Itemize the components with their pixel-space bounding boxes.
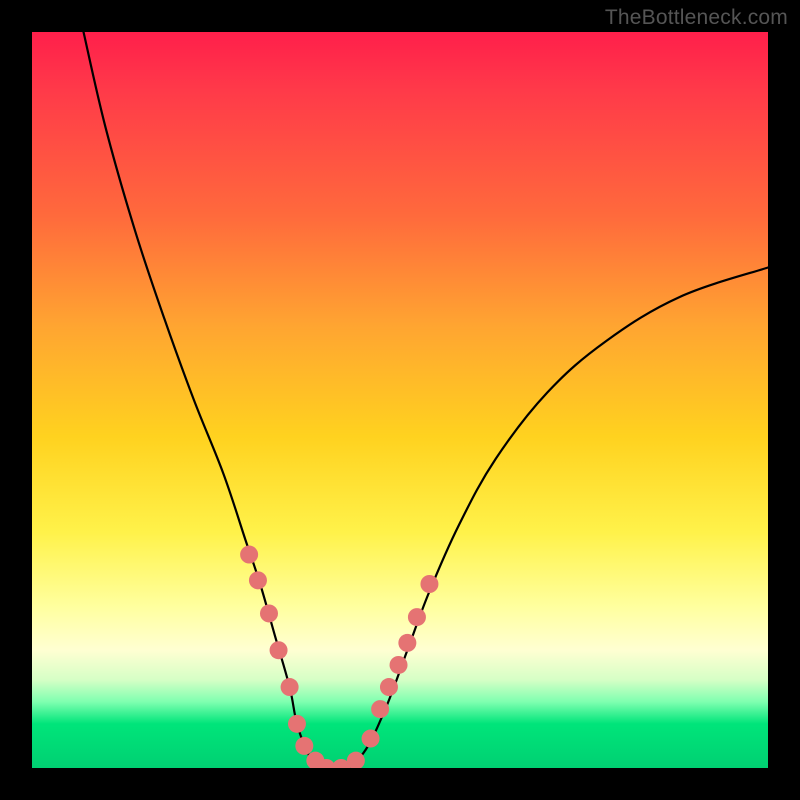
highlight-dot <box>260 604 278 622</box>
curve-layer <box>32 32 768 768</box>
highlight-dot <box>240 546 258 564</box>
highlight-dot <box>317 759 335 768</box>
highlight-dot <box>398 634 416 652</box>
highlight-dot <box>380 678 398 696</box>
highlight-dot <box>332 759 350 768</box>
watermark-text: TheBottleneck.com <box>605 6 788 30</box>
highlight-dot <box>281 678 299 696</box>
plot-area <box>32 32 768 768</box>
highlight-dot <box>347 752 365 768</box>
highlight-dot <box>288 715 306 733</box>
highlight-dot <box>270 641 288 659</box>
highlight-dot <box>408 608 426 626</box>
highlight-dot <box>249 571 267 589</box>
chart-frame: TheBottleneck.com <box>0 0 800 800</box>
highlight-dot <box>371 700 389 718</box>
highlight-dot <box>390 656 408 674</box>
highlight-dot <box>306 752 324 768</box>
highlight-dot <box>420 575 438 593</box>
bottleneck-curve <box>84 32 768 768</box>
highlight-dots <box>240 546 438 768</box>
highlight-dot <box>362 730 380 748</box>
highlight-dot <box>295 737 313 755</box>
